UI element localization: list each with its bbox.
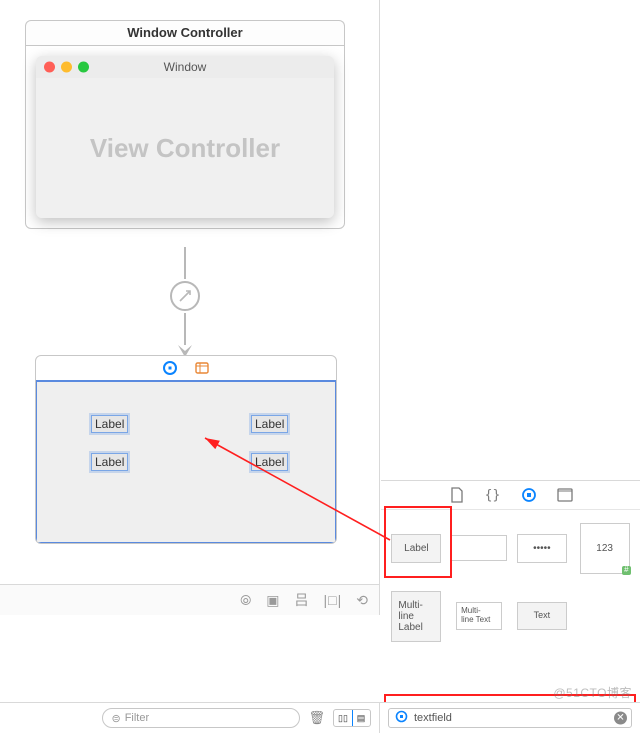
library-item-label[interactable]: Label — [387, 516, 446, 580]
window-titlebar: Window — [36, 56, 334, 78]
library-item-textfield[interactable] — [450, 516, 509, 580]
label-control[interactable]: Label — [92, 416, 127, 432]
library-item-preview: Label — [391, 534, 441, 563]
library-search-field[interactable]: textfield ✕ — [388, 708, 632, 728]
bottom-bar-left: ⊜ Filter 🗑 ▯▯ ▤ — [0, 703, 380, 733]
library-item-multiline-label[interactable]: Multi- line Label — [387, 584, 446, 648]
close-icon[interactable] — [44, 62, 55, 73]
media-library-tab-icon[interactable] — [556, 486, 574, 504]
label-control[interactable]: Label — [92, 454, 127, 470]
object-search-scope-icon[interactable] — [395, 710, 408, 726]
view-controller-icon[interactable] — [162, 360, 178, 376]
library-tabs: {} — [381, 481, 640, 510]
code-snippet-tab-icon[interactable]: {} — [484, 486, 502, 504]
file-template-tab-icon[interactable] — [448, 486, 466, 504]
library-item-empty — [575, 584, 634, 648]
traffic-lights — [44, 62, 89, 73]
library-item-wrapping-textfield[interactable]: Multi- line Text — [450, 584, 509, 648]
library-item-preview: Text — [517, 602, 567, 630]
library-view-toggle[interactable]: ▯▯ ▤ — [333, 709, 371, 727]
label-control[interactable]: Label — [252, 454, 287, 470]
object-library: {} Label ••••• 123 # Multi- line Label — [381, 480, 640, 703]
library-item-preview: ••••• — [517, 534, 567, 563]
minimize-icon[interactable] — [61, 62, 72, 73]
grid-view-icon[interactable]: ▯▯ — [333, 709, 353, 727]
zoom-icon[interactable] — [78, 62, 89, 73]
window-controller-scene[interactable]: Window Controller Window View Controller — [25, 20, 345, 229]
scene-title: Window Controller — [25, 20, 345, 45]
window-content: View Controller — [36, 78, 334, 218]
resolve-icon[interactable]: ⟲ — [356, 592, 369, 609]
view-controller-scene[interactable]: Label Label Label Label — [35, 355, 337, 544]
filter-icon: ⊜ — [111, 712, 120, 725]
bottom-bar-right: textfield ✕ — [380, 703, 640, 733]
library-item-preview — [451, 535, 507, 561]
library-item-securefield[interactable]: ••••• — [513, 516, 572, 580]
segue-arrow[interactable] — [170, 247, 200, 357]
align-icon[interactable]: 吕 — [295, 590, 310, 610]
trash-icon[interactable]: 🗑 — [308, 710, 325, 726]
embed-icon[interactable]: ▣ — [266, 592, 280, 609]
inspector-pane — [381, 0, 640, 480]
library-grid: Label ••••• 123 # Multi- line Label Mult… — [381, 510, 640, 654]
storyboard-canvas[interactable]: Window Controller Window View Controller — [0, 0, 380, 615]
scene-dock[interactable] — [36, 356, 336, 381]
label-control[interactable]: Label — [252, 416, 287, 432]
formatter-badge-icon: # — [622, 566, 630, 575]
library-item-numberfield[interactable]: 123 # — [575, 516, 634, 580]
library-item-preview: Multi- line Label — [391, 591, 441, 642]
library-item-preview: Multi- line Text — [456, 602, 502, 630]
segue-relationship-icon[interactable] — [170, 281, 200, 311]
view-controller-view[interactable]: Label Label Label Label — [36, 381, 336, 543]
focus-icon[interactable]: ⦾ — [240, 592, 252, 609]
pin-icon[interactable]: |□| — [324, 592, 343, 608]
object-library-tab-icon[interactable] — [520, 486, 538, 504]
window-frame[interactable]: Window View Controller — [36, 56, 334, 218]
scene-body: Window View Controller — [25, 45, 345, 229]
library-item-textview[interactable]: Text — [513, 584, 572, 648]
clear-icon[interactable]: ✕ — [614, 712, 627, 725]
canvas-toolbar: ⦾ ▣ 吕 |□| ⟲ — [0, 584, 379, 615]
search-value: textfield — [414, 712, 452, 724]
document-outline-filter[interactable]: ⊜ Filter — [102, 708, 300, 728]
first-responder-icon[interactable] — [194, 360, 210, 376]
library-item-preview: 123 # — [580, 523, 630, 574]
filter-placeholder: Filter — [125, 712, 149, 724]
bottom-bar: ⊜ Filter 🗑 ▯▯ ▤ textfield ✕ — [0, 702, 640, 733]
list-view-icon[interactable]: ▤ — [352, 710, 370, 726]
view-controller-placeholder: View Controller — [90, 133, 280, 164]
